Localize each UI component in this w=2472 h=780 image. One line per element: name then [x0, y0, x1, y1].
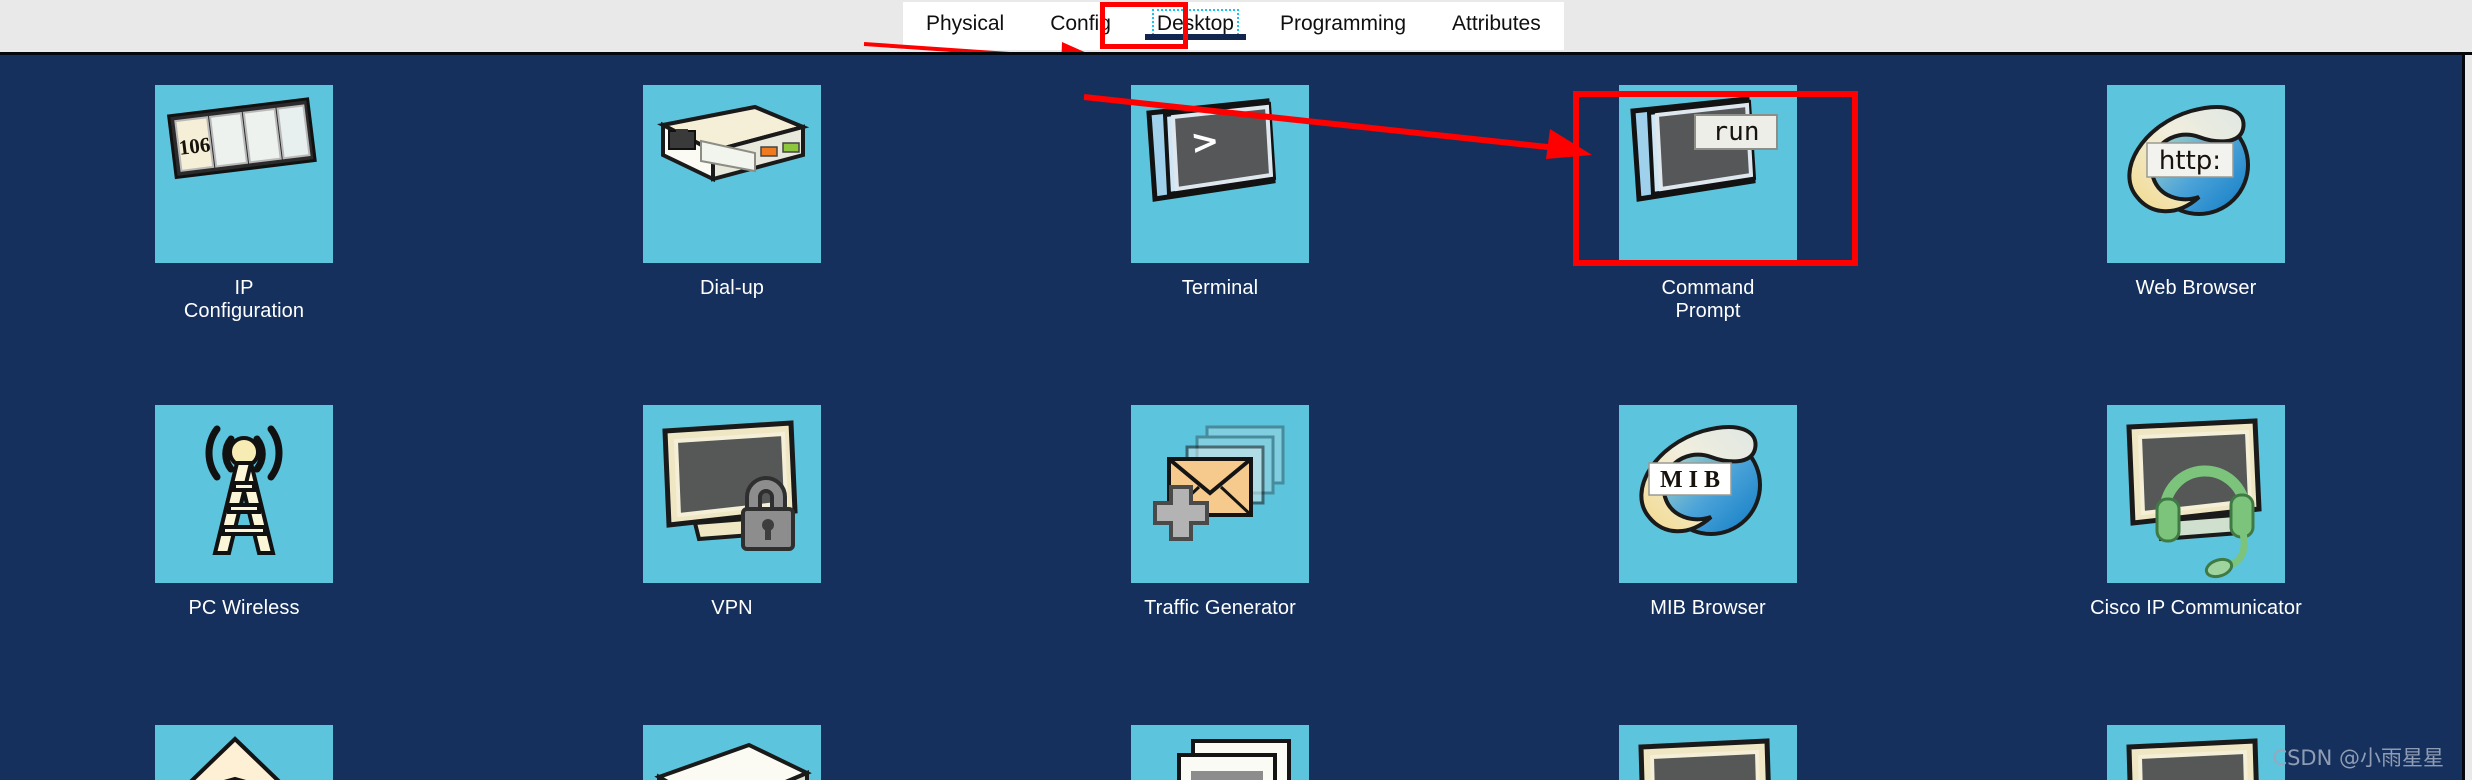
tab-bar: Physical Config Desktop Programming Attr… [0, 0, 2472, 66]
vpn-icon [662, 420, 798, 551]
desktop-row: 106 IP Configuration Dial-up > Terminal … [0, 73, 2440, 393]
ipv6-firewall-tile[interactable]: IPv6 [2107, 725, 2285, 780]
desktop-item-label: Traffic Generator [1144, 597, 1296, 619]
tab-config[interactable]: Config [1027, 2, 1134, 50]
tab-config-label: Config [1050, 12, 1111, 35]
email-icon [189, 736, 281, 780]
mib-browser-tile[interactable]: M I B [1619, 405, 1797, 583]
tab-physical-label: Physical [926, 12, 1005, 35]
pppoe-dialer-tile[interactable] [643, 725, 821, 780]
web-browser-icon: http: [2127, 105, 2250, 216]
desktop-item-web-browser[interactable]: http: Web Browser [1952, 73, 2440, 393]
tab-physical[interactable]: Physical [903, 2, 1028, 50]
traffic-generator-icon [1153, 425, 1285, 541]
packet-tracer-device-window: Physical Config Desktop Programming Attr… [0, 0, 2472, 780]
desktop-item-pppoe-dialer[interactable] [488, 713, 976, 780]
tab-desktop-label: Desktop [1151, 9, 1239, 39]
ipv6-firewall-icon: IPv6 [2126, 738, 2259, 780]
ip-configuration-icon: 106 [166, 97, 317, 180]
desktop-item-command-prompt[interactable]: run Command Prompt [1464, 73, 1952, 393]
desktop-item-label: Command Prompt [1661, 277, 1755, 322]
dial-up-modem-icon [657, 104, 810, 183]
mib-browser-badge: M I B [1660, 467, 1720, 493]
desktop-item-email[interactable] [0, 713, 488, 780]
desktop-row: IPv4 IPv6 [0, 713, 2440, 780]
desktop-item-mib-browser[interactable]: M I B MIB Browser [1464, 393, 1952, 713]
watermark: CSDN @小雨星星 [2272, 746, 2444, 770]
terminal-tile[interactable]: > [1131, 85, 1309, 263]
text-editor-icon [1177, 739, 1291, 780]
desktop-item-cisco-ip-communicator[interactable]: Cisco IP Communicator [1952, 393, 2440, 713]
desktop-item-label: Cisco IP Communicator [2090, 597, 2302, 619]
email-tile[interactable] [155, 725, 333, 780]
command-prompt-tile[interactable]: run [1619, 85, 1797, 263]
terminal-badge: > [1189, 121, 1221, 163]
web-browser-tile[interactable]: http: [2107, 85, 2285, 263]
desktop-item-text-editor[interactable] [976, 713, 1464, 780]
vpn-tile[interactable] [643, 405, 821, 583]
cisco-ip-communicator-icon [2126, 418, 2262, 579]
ip-configuration-badge: 106 [177, 132, 211, 160]
ipv4-firewall-tile[interactable]: IPv4 [1619, 725, 1797, 780]
desktop-item-pc-wireless[interactable]: PC Wireless [0, 393, 488, 713]
cisco-ip-communicator-tile[interactable] [2107, 405, 2285, 583]
desktop-panel: 106 IP Configuration Dial-up > Terminal … [0, 52, 2472, 780]
tab-programming[interactable]: Programming [1256, 2, 1429, 50]
desktop-item-label: PC Wireless [188, 597, 300, 619]
tab-desktop[interactable]: Desktop [1133, 2, 1257, 50]
desktop-item-label: IP Configuration [183, 277, 305, 322]
mib-browser-icon: M I B [1639, 425, 1762, 536]
ipv4-firewall-icon: IPv4 [1638, 738, 1771, 780]
desktop-item-terminal[interactable]: > Terminal [976, 73, 1464, 393]
dial-up-tile[interactable] [643, 85, 821, 263]
pc-wireless-tile[interactable] [155, 405, 333, 583]
desktop-item-dial-up[interactable]: Dial-up [488, 73, 976, 393]
desktop-item-label: VPN [711, 597, 753, 619]
desktop-item-label: Dial-up [699, 277, 765, 299]
desktop-item-ipv4-firewall[interactable]: IPv4 [1464, 713, 1952, 780]
tab-programming-label: Programming [1279, 12, 1406, 35]
desktop-icon-grid: 106 IP Configuration Dial-up > Terminal … [0, 55, 2440, 780]
desktop-item-traffic-generator[interactable]: Traffic Generator [976, 393, 1464, 713]
terminal-icon: > [1146, 98, 1277, 202]
desktop-scrollbar[interactable] [2462, 55, 2472, 780]
command-prompt-icon: run [1630, 96, 1778, 202]
desktop-item-vpn[interactable]: VPN [488, 393, 976, 713]
command-prompt-badge: run [1713, 117, 1760, 147]
tab-attributes[interactable]: Attributes [1429, 2, 1564, 50]
pppoe-dialer-icon [654, 742, 812, 780]
desktop-item-label: Terminal [1181, 277, 1259, 299]
ip-configuration-tile[interactable]: 106 [155, 85, 333, 263]
desktop-row: PC Wireless VPN Traffic Generator M I B … [0, 393, 2440, 713]
tab-attributes-label: Attributes [1452, 12, 1541, 35]
traffic-generator-tile[interactable] [1131, 405, 1309, 583]
web-browser-badge: http: [2159, 146, 2221, 176]
pc-wireless-icon [205, 425, 283, 555]
desktop-item-label: MIB Browser [1650, 597, 1766, 619]
desktop-item-label: Web Browser [2135, 277, 2257, 299]
tab-strip: Physical Config Desktop Programming Attr… [903, 2, 1564, 50]
text-editor-tile[interactable] [1131, 725, 1309, 780]
desktop-item-ip-configuration[interactable]: 106 IP Configuration [0, 73, 488, 393]
